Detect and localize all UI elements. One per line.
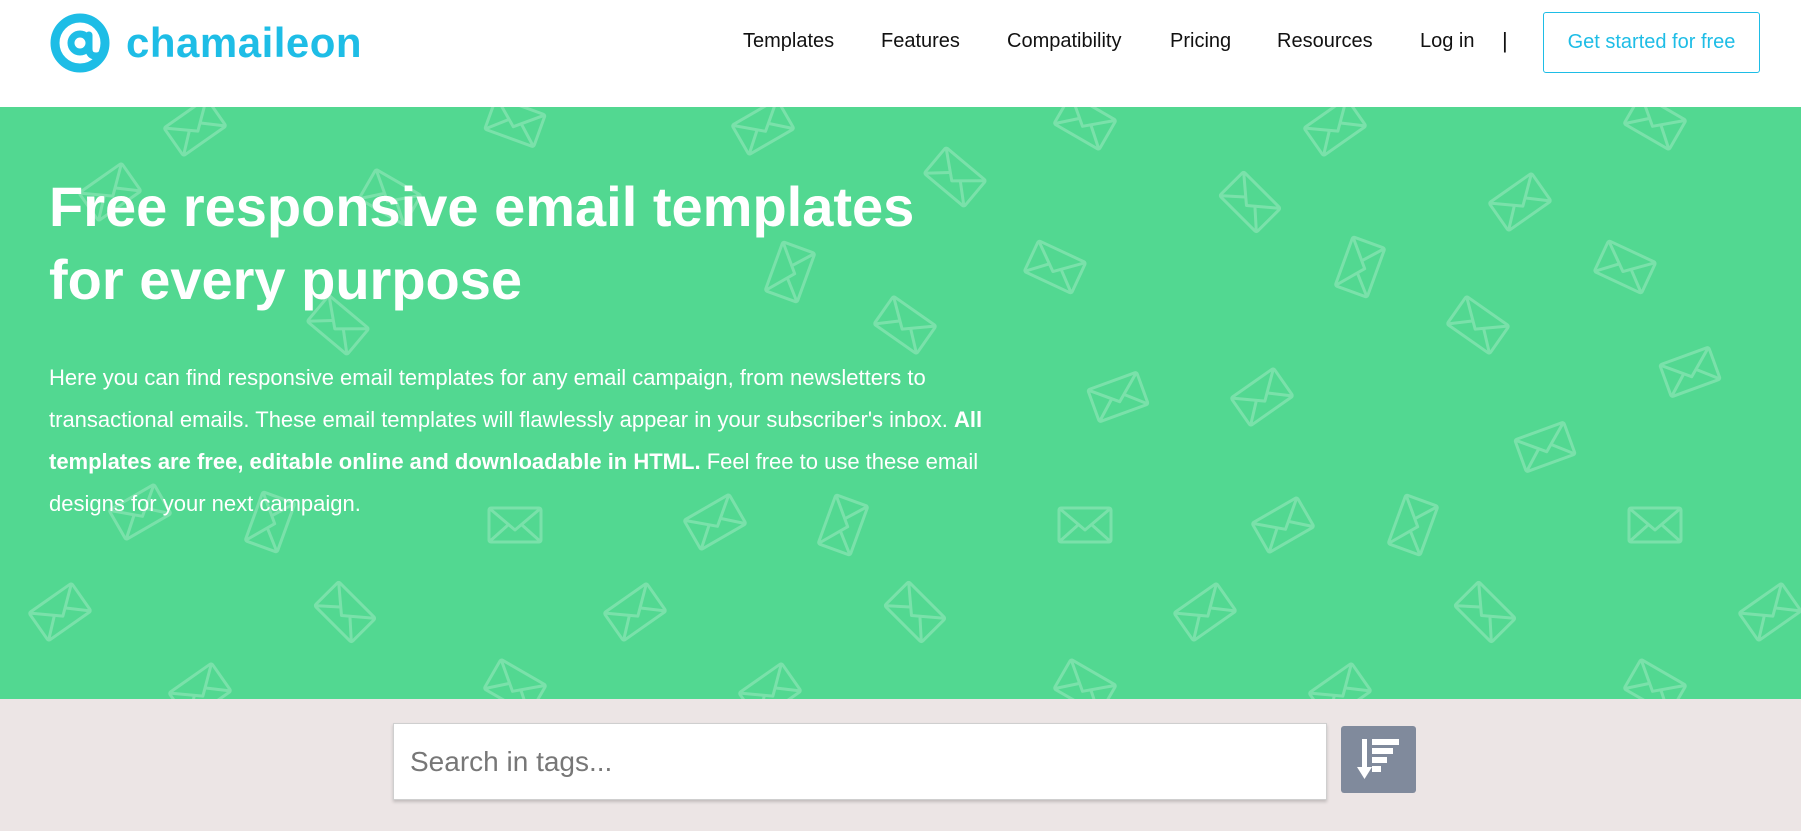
- nav-link-compatibility[interactable]: Compatibility: [1007, 28, 1121, 54]
- search-section: [0, 699, 1801, 831]
- hero-title: Free responsive email templates for ever…: [49, 170, 1049, 316]
- brand-logo[interactable]: chamaileon: [48, 11, 362, 75]
- nav-link-features[interactable]: Features: [881, 28, 960, 54]
- get-started-button[interactable]: Get started for free: [1543, 12, 1760, 73]
- site-header: chamaileon Templates Features Compatibil…: [0, 0, 1801, 107]
- nav-link-login[interactable]: Log in: [1420, 28, 1475, 54]
- brand-name: chamaileon: [126, 19, 363, 66]
- nav-link-pricing[interactable]: Pricing: [1170, 28, 1231, 54]
- hero-title-line1: Free responsive email templates: [49, 175, 915, 238]
- at-sign-icon: [48, 11, 112, 75]
- nav-link-resources[interactable]: Resources: [1277, 28, 1373, 54]
- sort-descending-icon: [1356, 737, 1401, 783]
- sort-button[interactable]: [1341, 726, 1416, 793]
- hero-title-line2: for every purpose: [49, 248, 523, 311]
- nav-link-templates[interactable]: Templates: [743, 28, 834, 54]
- hero-description: Here you can find responsive email templ…: [49, 357, 1049, 525]
- search-box: [393, 723, 1327, 800]
- hero-section: Free responsive email templates for ever…: [0, 107, 1801, 699]
- tag-search-input[interactable]: [410, 724, 1326, 799]
- nav-separator: |: [1502, 28, 1508, 53]
- hero-desc-intro: Here you can find responsive email templ…: [49, 365, 948, 432]
